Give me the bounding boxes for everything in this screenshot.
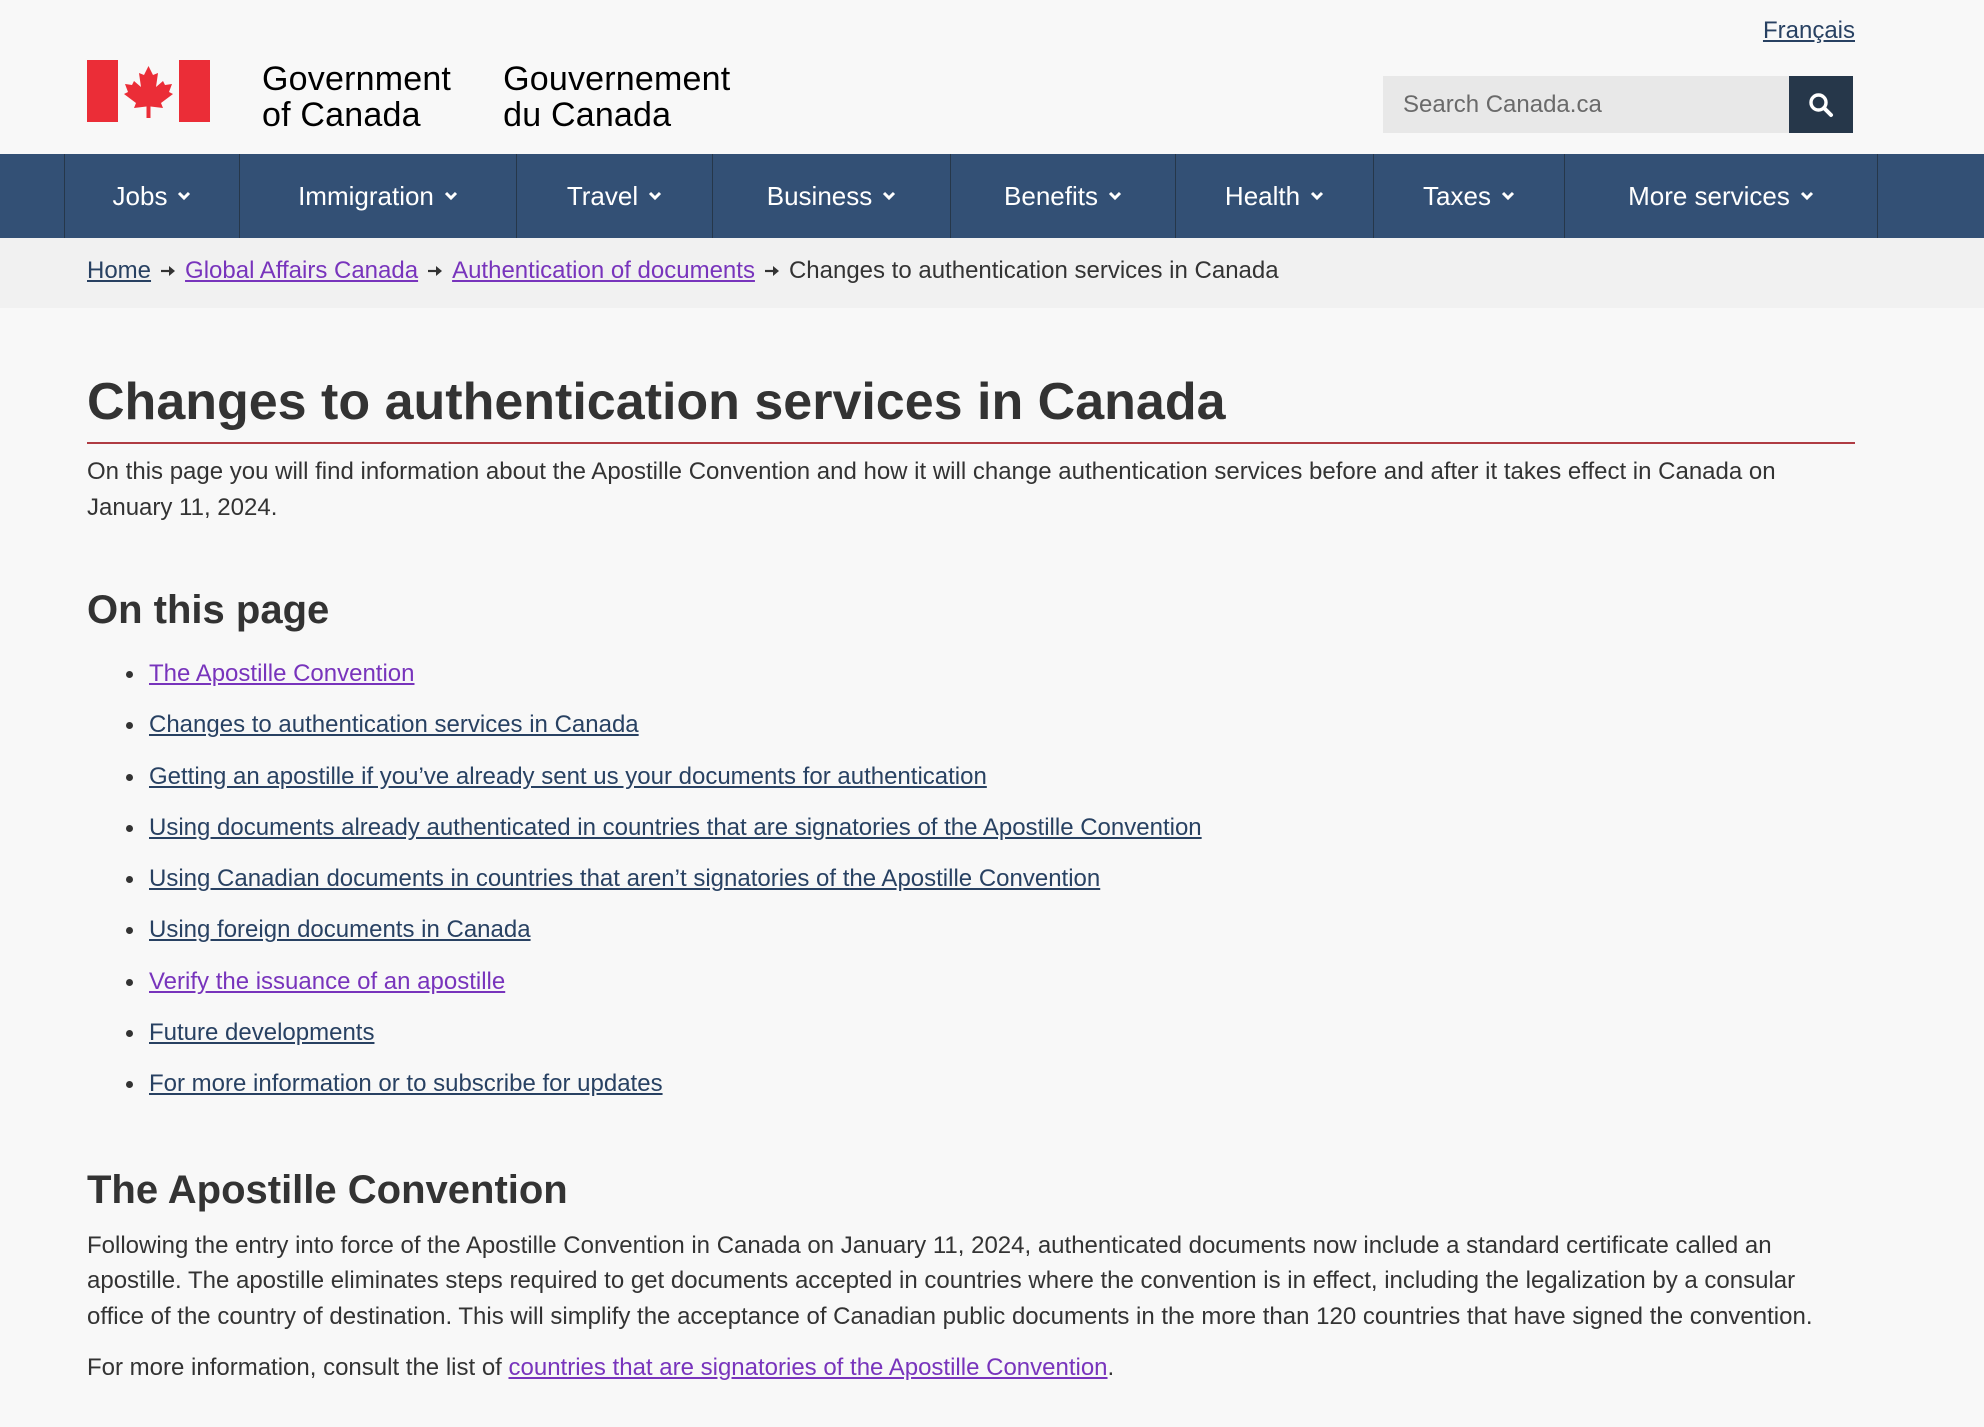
- arrow-right-icon: [764, 264, 780, 278]
- search-input[interactable]: [1383, 76, 1789, 133]
- breadcrumb-authentication-link[interactable]: Authentication of documents: [452, 257, 755, 285]
- toc-link[interactable]: For more information or to subscribe for…: [149, 1070, 663, 1097]
- section-heading-apostille-convention: The Apostille Convention: [87, 1167, 568, 1212]
- section-paragraph: Following the entry into force of the Ap…: [87, 1231, 1813, 1330]
- list-item: The Apostille Convention: [126, 648, 1855, 699]
- menu-item-jobs[interactable]: Jobs: [65, 154, 240, 238]
- toc-heading: On this page: [87, 588, 330, 632]
- toc-link[interactable]: Verify the issuance of an apostille: [149, 968, 505, 995]
- toc-link[interactable]: Using documents already authenticated in…: [149, 814, 1202, 841]
- list-item: Using documents already authenticated in…: [126, 802, 1855, 853]
- list-item: Verify the issuance of an apostille: [126, 956, 1855, 1007]
- page-title: Changes to authentication services in Ca…: [87, 362, 1855, 444]
- main-menu-bar: Jobs Immigration Travel Business Benefit…: [0, 154, 1984, 238]
- table-of-contents: The Apostille Convention Changes to auth…: [87, 648, 1855, 1110]
- chevron-down-icon: [1310, 191, 1324, 201]
- more-info-paragraph: For more information, consult the list o…: [87, 1350, 1855, 1386]
- list-item: Future developments: [126, 1007, 1855, 1058]
- intro-paragraph: On this page you will find information a…: [87, 458, 1776, 521]
- list-item: Changes to authentication services in Ca…: [126, 699, 1855, 750]
- list-item: Using Canadian documents in countries th…: [126, 853, 1855, 904]
- main-content: Changes to authentication services in Ca…: [87, 362, 1855, 1386]
- chevron-down-icon: [648, 191, 662, 201]
- more-info-prefix: For more information, consult the list o…: [87, 1354, 509, 1382]
- menu-item-immigration[interactable]: Immigration: [240, 154, 517, 238]
- menu-item-business[interactable]: Business: [713, 154, 951, 238]
- chevron-down-icon: [177, 191, 191, 201]
- toc-link[interactable]: Changes to authentication services in Ca…: [149, 711, 639, 738]
- toc-link[interactable]: The Apostille Convention: [149, 660, 415, 687]
- list-item: For more information or to subscribe for…: [126, 1058, 1855, 1109]
- main-menu: Jobs Immigration Travel Business Benefit…: [64, 154, 1878, 238]
- toc-link[interactable]: Using foreign documents in Canada: [149, 916, 531, 943]
- toc-link[interactable]: Getting an apostille if you’ve already s…: [149, 763, 987, 790]
- arrow-right-icon: [160, 264, 176, 278]
- chevron-down-icon: [1501, 191, 1515, 201]
- site-search: [1383, 76, 1853, 133]
- canada-flag-icon: [87, 60, 210, 122]
- breadcrumb-bar: Home Global Affairs Canada Authenticatio…: [0, 238, 1984, 308]
- chevron-down-icon: [882, 191, 896, 201]
- chevron-down-icon: [1108, 191, 1122, 201]
- breadcrumb-global-affairs-link[interactable]: Global Affairs Canada: [185, 257, 418, 285]
- menu-item-taxes[interactable]: Taxes: [1374, 154, 1565, 238]
- arrow-right-icon: [427, 264, 443, 278]
- chevron-down-icon: [444, 191, 458, 201]
- breadcrumb-home-link[interactable]: Home: [87, 257, 151, 285]
- list-item: Getting an apostille if you’ve already s…: [126, 751, 1855, 802]
- menu-item-benefits[interactable]: Benefits: [951, 154, 1176, 238]
- more-info-suffix: .: [1107, 1354, 1115, 1382]
- signatories-link[interactable]: countries that are signatories of the Ap…: [509, 1354, 1108, 1381]
- search-button[interactable]: [1789, 76, 1853, 133]
- government-of-canada-signature[interactable]: Government of Canada Gouvernement du Can…: [87, 60, 730, 133]
- breadcrumb-current: Changes to authentication services in Ca…: [788, 257, 1279, 284]
- chevron-down-icon: [1800, 191, 1814, 201]
- language-toggle-link[interactable]: Français: [1763, 17, 1855, 45]
- menu-item-health[interactable]: Health: [1176, 154, 1374, 238]
- breadcrumb: Home Global Affairs Canada Authenticatio…: [87, 257, 1279, 285]
- toc-link[interactable]: Future developments: [149, 1019, 374, 1046]
- menu-item-travel[interactable]: Travel: [517, 154, 713, 238]
- wordmark-french: Gouvernement du Canada: [503, 60, 731, 134]
- search-icon: [1809, 92, 1833, 117]
- toc-link[interactable]: Using Canadian documents in countries th…: [149, 865, 1100, 892]
- menu-item-more-services[interactable]: More services: [1565, 154, 1878, 238]
- wordmark-english: Government of Canada: [262, 60, 452, 134]
- list-item: Using foreign documents in Canada: [126, 904, 1855, 955]
